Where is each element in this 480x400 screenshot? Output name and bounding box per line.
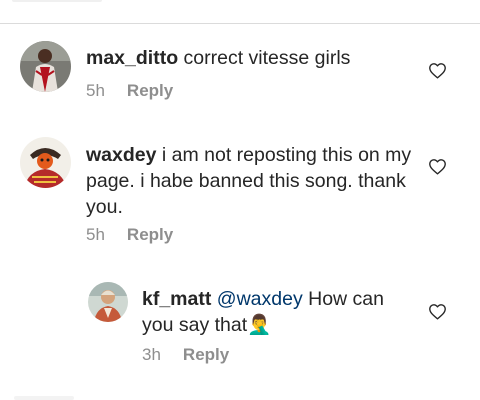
- divider: [0, 23, 480, 24]
- reply-button[interactable]: Reply: [183, 345, 229, 364]
- username[interactable]: waxdey: [86, 144, 156, 166]
- comment-text: correct vitesse girls: [183, 47, 351, 69]
- emoji: 🤦‍♂️: [247, 314, 272, 336]
- comment-body: kf_matt @waxdey How can you say that🤦‍♂️: [142, 286, 417, 338]
- timestamp: 5h: [86, 225, 105, 244]
- mention-link[interactable]: @waxdey: [217, 288, 303, 310]
- reply-button[interactable]: Reply: [127, 81, 173, 100]
- comment-body: waxdey i am not reposting this on my pag…: [86, 142, 416, 220]
- comments-screen: max_ditto correct vitesse girls 5h Reply …: [0, 0, 480, 400]
- timestamp: 5h: [86, 81, 105, 100]
- comment-meta: 5h Reply: [86, 225, 173, 245]
- comment-body: max_ditto correct vitesse girls: [86, 45, 416, 71]
- comment-meta: 3h Reply: [142, 345, 229, 365]
- previous-item-remnant: [12, 0, 102, 2]
- comment-meta: 5h Reply: [86, 81, 173, 101]
- avatar[interactable]: [20, 41, 71, 92]
- avatar[interactable]: [88, 282, 128, 322]
- heart-outline-icon[interactable]: [428, 62, 447, 84]
- avatar[interactable]: [20, 137, 71, 188]
- next-item-remnant: [14, 396, 74, 400]
- reply-button[interactable]: Reply: [127, 225, 173, 244]
- username[interactable]: kf_matt: [142, 288, 211, 310]
- heart-outline-icon[interactable]: [428, 158, 447, 180]
- heart-outline-icon[interactable]: [428, 303, 447, 325]
- username[interactable]: max_ditto: [86, 47, 178, 69]
- timestamp: 3h: [142, 345, 161, 364]
